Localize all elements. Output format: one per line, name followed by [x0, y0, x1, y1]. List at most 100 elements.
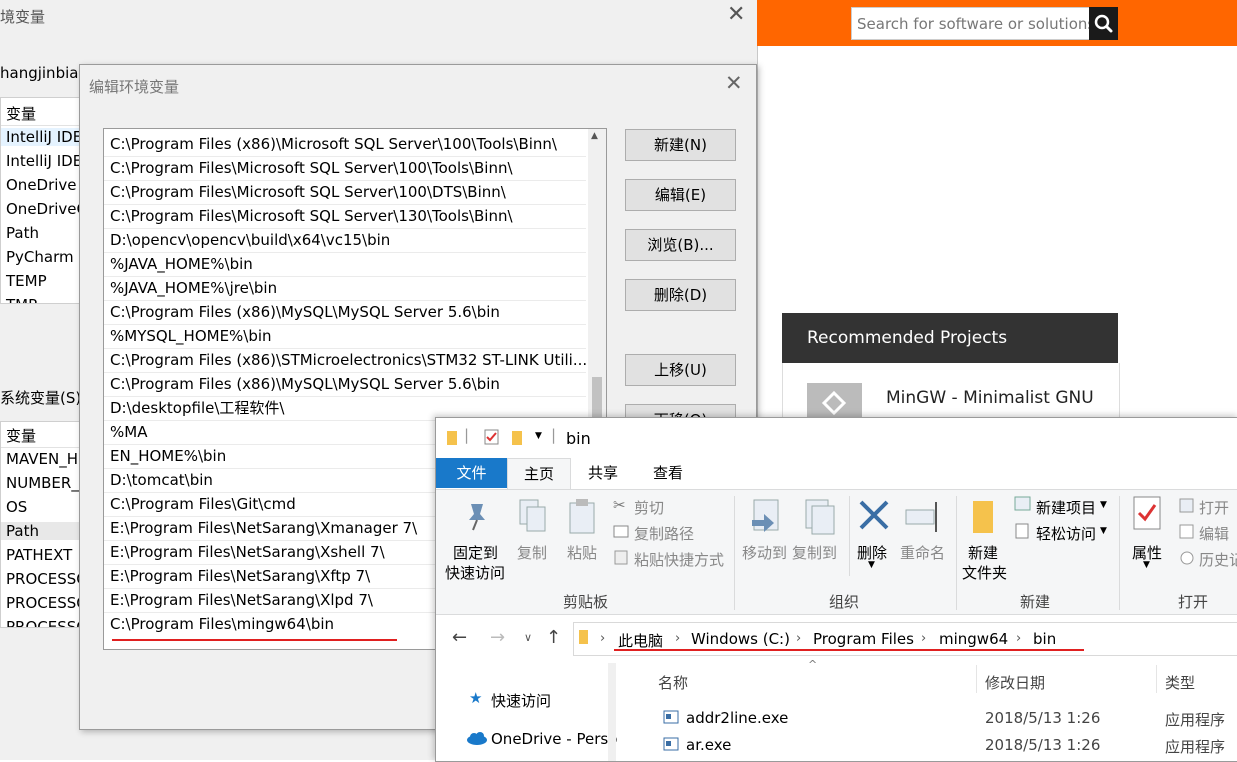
search-placeholder: Search for software or solutions: [857, 15, 1096, 33]
new-folder-label-2[interactable]: 文件夹: [962, 562, 1007, 583]
table-row[interactable]: MAVEN_H: [6, 450, 78, 468]
nav-quick-access[interactable]: 快速访问: [491, 690, 551, 711]
table-row[interactable]: OneDriveC: [6, 200, 79, 218]
copy-button[interactable]: 复制: [517, 542, 547, 563]
list-item[interactable]: %JAVA_HOME%\jre\bin: [110, 276, 277, 300]
close-icon[interactable]: ✕: [725, 71, 743, 95]
delete-button[interactable]: 删除(D): [625, 279, 736, 311]
cut-button[interactable]: 剪切: [634, 497, 664, 518]
list-item[interactable]: EN_HOME%\bin: [110, 444, 226, 468]
list-item[interactable]: C:\Program Files (x86)\STMicroelectronic…: [110, 348, 587, 372]
list-item[interactable]: C:\Program Files (x86)\MySQL\MySQL Serve…: [110, 300, 500, 324]
new-item-button[interactable]: 新建项目: [1036, 497, 1096, 518]
browse-button[interactable]: 浏览(B)...: [625, 229, 736, 261]
breadcrumb-this-pc[interactable]: 此电脑: [618, 630, 663, 651]
list-item[interactable]: C:\Program Files\Git\cmd: [110, 492, 296, 516]
search-button[interactable]: [1089, 7, 1118, 40]
easy-access-button[interactable]: 轻松访问: [1036, 523, 1096, 544]
list-item[interactable]: C:\Program Files\Microsoft SQL Server\10…: [110, 156, 513, 180]
tab-view[interactable]: 查看: [635, 458, 701, 488]
recent-locations-icon[interactable]: ∨: [524, 631, 532, 644]
tab-file[interactable]: 文件: [436, 458, 507, 488]
edit-button[interactable]: 编辑(E): [625, 179, 736, 211]
properties-check-icon[interactable]: [484, 429, 499, 445]
list-item[interactable]: C:\Program Files\Microsoft SQL Server\13…: [110, 204, 513, 228]
table-row[interactable]: Path: [1, 522, 79, 540]
up-icon[interactable]: ↑: [546, 627, 561, 648]
breadcrumb-bin[interactable]: bin: [1033, 630, 1056, 648]
chevron-down-icon[interactable]: ▼: [535, 431, 542, 441]
table-row[interactable]: Path: [6, 224, 39, 242]
table-header: 变量: [6, 105, 37, 123]
table-row[interactable]: OS: [6, 498, 27, 516]
nav-pane-splitter[interactable]: [608, 663, 616, 761]
table-row[interactable]: IntelliJ IDE: [1, 128, 79, 146]
table-row[interactable]: OneDrive: [6, 176, 77, 194]
history-button[interactable]: 历史记: [1199, 549, 1237, 570]
list-item[interactable]: %MYSQL_HOME%\bin: [110, 324, 272, 348]
list-item[interactable]: E:\Program Files\NetSarang\Xftp 7\: [110, 564, 370, 588]
open-button[interactable]: 打开: [1199, 497, 1229, 518]
move-up-button[interactable]: 上移(U): [625, 354, 736, 386]
back-icon[interactable]: ←: [452, 627, 467, 648]
paste-button[interactable]: 粘贴: [567, 542, 597, 563]
column-name[interactable]: 名称: [658, 672, 688, 693]
pin-to-quick-access-label[interactable]: 固定到: [453, 542, 498, 563]
breadcrumb-mingw64[interactable]: mingw64: [939, 630, 1008, 648]
tab-share[interactable]: 共享: [571, 458, 635, 488]
edit-button[interactable]: 编辑: [1199, 523, 1229, 544]
sort-up-icon: ^: [808, 658, 818, 671]
list-item[interactable]: %JAVA_HOME%\bin: [110, 252, 253, 276]
list-item[interactable]: D:\tomcat\bin: [110, 468, 213, 492]
chevron-down-icon[interactable]: ▼: [868, 560, 875, 570]
list-item[interactable]: C:\Program Files\mingw64\bin: [110, 612, 334, 636]
chevron-down-icon[interactable]: ▼: [1100, 500, 1107, 510]
forward-icon[interactable]: →: [490, 627, 505, 648]
table-row[interactable]: PATHEXT: [6, 546, 72, 564]
list-item[interactable]: E:\Program Files\NetSarang\Xmanager 7\: [110, 516, 417, 540]
file-name[interactable]: ar.exe: [686, 736, 731, 754]
breadcrumb-drive[interactable]: Windows (C:): [691, 630, 790, 648]
list-item[interactable]: %MA: [110, 420, 147, 444]
new-folder-icon[interactable]: [511, 429, 525, 446]
copy-to-button[interactable]: 复制到: [792, 542, 837, 563]
table-row[interactable]: PROCESSO: [6, 618, 79, 627]
scroll-up-icon[interactable]: ▲: [591, 131, 598, 141]
move-to-button[interactable]: 移动到: [742, 542, 787, 563]
rename-button[interactable]: 重命名: [900, 542, 945, 563]
pin-to-quick-access-label-2[interactable]: 快速访问: [445, 562, 505, 583]
list-item[interactable]: C:\Program Files\Microsoft SQL Server\10…: [110, 180, 506, 204]
copy-path-button[interactable]: 复制路径: [634, 523, 694, 544]
list-item[interactable]: E:\Program Files\NetSarang\Xlpd 7\: [110, 588, 373, 612]
tab-home[interactable]: 主页: [507, 458, 571, 490]
table-row[interactable]: PROCESSO: [6, 570, 79, 588]
table-row[interactable]: NUMBER_: [6, 474, 79, 492]
recommended-project-name[interactable]: MinGW - Minimalist GNU: [886, 388, 1094, 408]
new-button[interactable]: 新建(N): [625, 129, 736, 161]
red-underline-annotation: [112, 639, 397, 641]
table-row[interactable]: TMP: [6, 296, 37, 303]
close-icon[interactable]: ✕: [727, 2, 745, 27]
paste-shortcut-button[interactable]: 粘贴快捷方式: [634, 549, 724, 570]
new-item-icon: [1014, 496, 1031, 511]
list-item[interactable]: D:\desktopfile\工程软件\: [110, 396, 284, 420]
chevron-down-icon[interactable]: ▼: [1143, 560, 1150, 570]
table-row[interactable]: PyCharm C: [6, 248, 79, 266]
system-vars-table[interactable]: 变量 MAVEN_H NUMBER_ OS Path PATHEXT PROCE…: [0, 421, 80, 628]
column-date-modified[interactable]: 修改日期: [985, 672, 1045, 693]
breadcrumb-program-files[interactable]: Program Files: [813, 630, 914, 648]
table-row[interactable]: IntelliJ IDE: [6, 152, 79, 170]
list-item[interactable]: E:\Program Files\NetSarang\Xshell 7\: [110, 540, 385, 564]
list-item[interactable]: C:\Program Files (x86)\MySQL\MySQL Serve…: [110, 372, 500, 396]
column-type[interactable]: 类型: [1165, 672, 1195, 693]
chevron-down-icon[interactable]: ▼: [1100, 526, 1107, 536]
new-folder-label[interactable]: 新建: [968, 542, 998, 563]
file-name[interactable]: addr2line.exe: [686, 709, 788, 727]
user-vars-table[interactable]: 变量 IntelliJ IDE IntelliJ IDE OneDrive On…: [0, 97, 80, 304]
list-item[interactable]: D:\opencv\opencv\build\x64\vc15\bin: [110, 228, 390, 252]
chevron-right-icon: ›: [675, 631, 681, 646]
table-row[interactable]: PROCESSO: [6, 594, 79, 612]
list-item[interactable]: C:\Program Files (x86)\Microsoft SQL Ser…: [110, 132, 557, 156]
nav-onedrive[interactable]: OneDrive - Perso: [491, 730, 617, 748]
table-row[interactable]: TEMP: [6, 272, 47, 290]
